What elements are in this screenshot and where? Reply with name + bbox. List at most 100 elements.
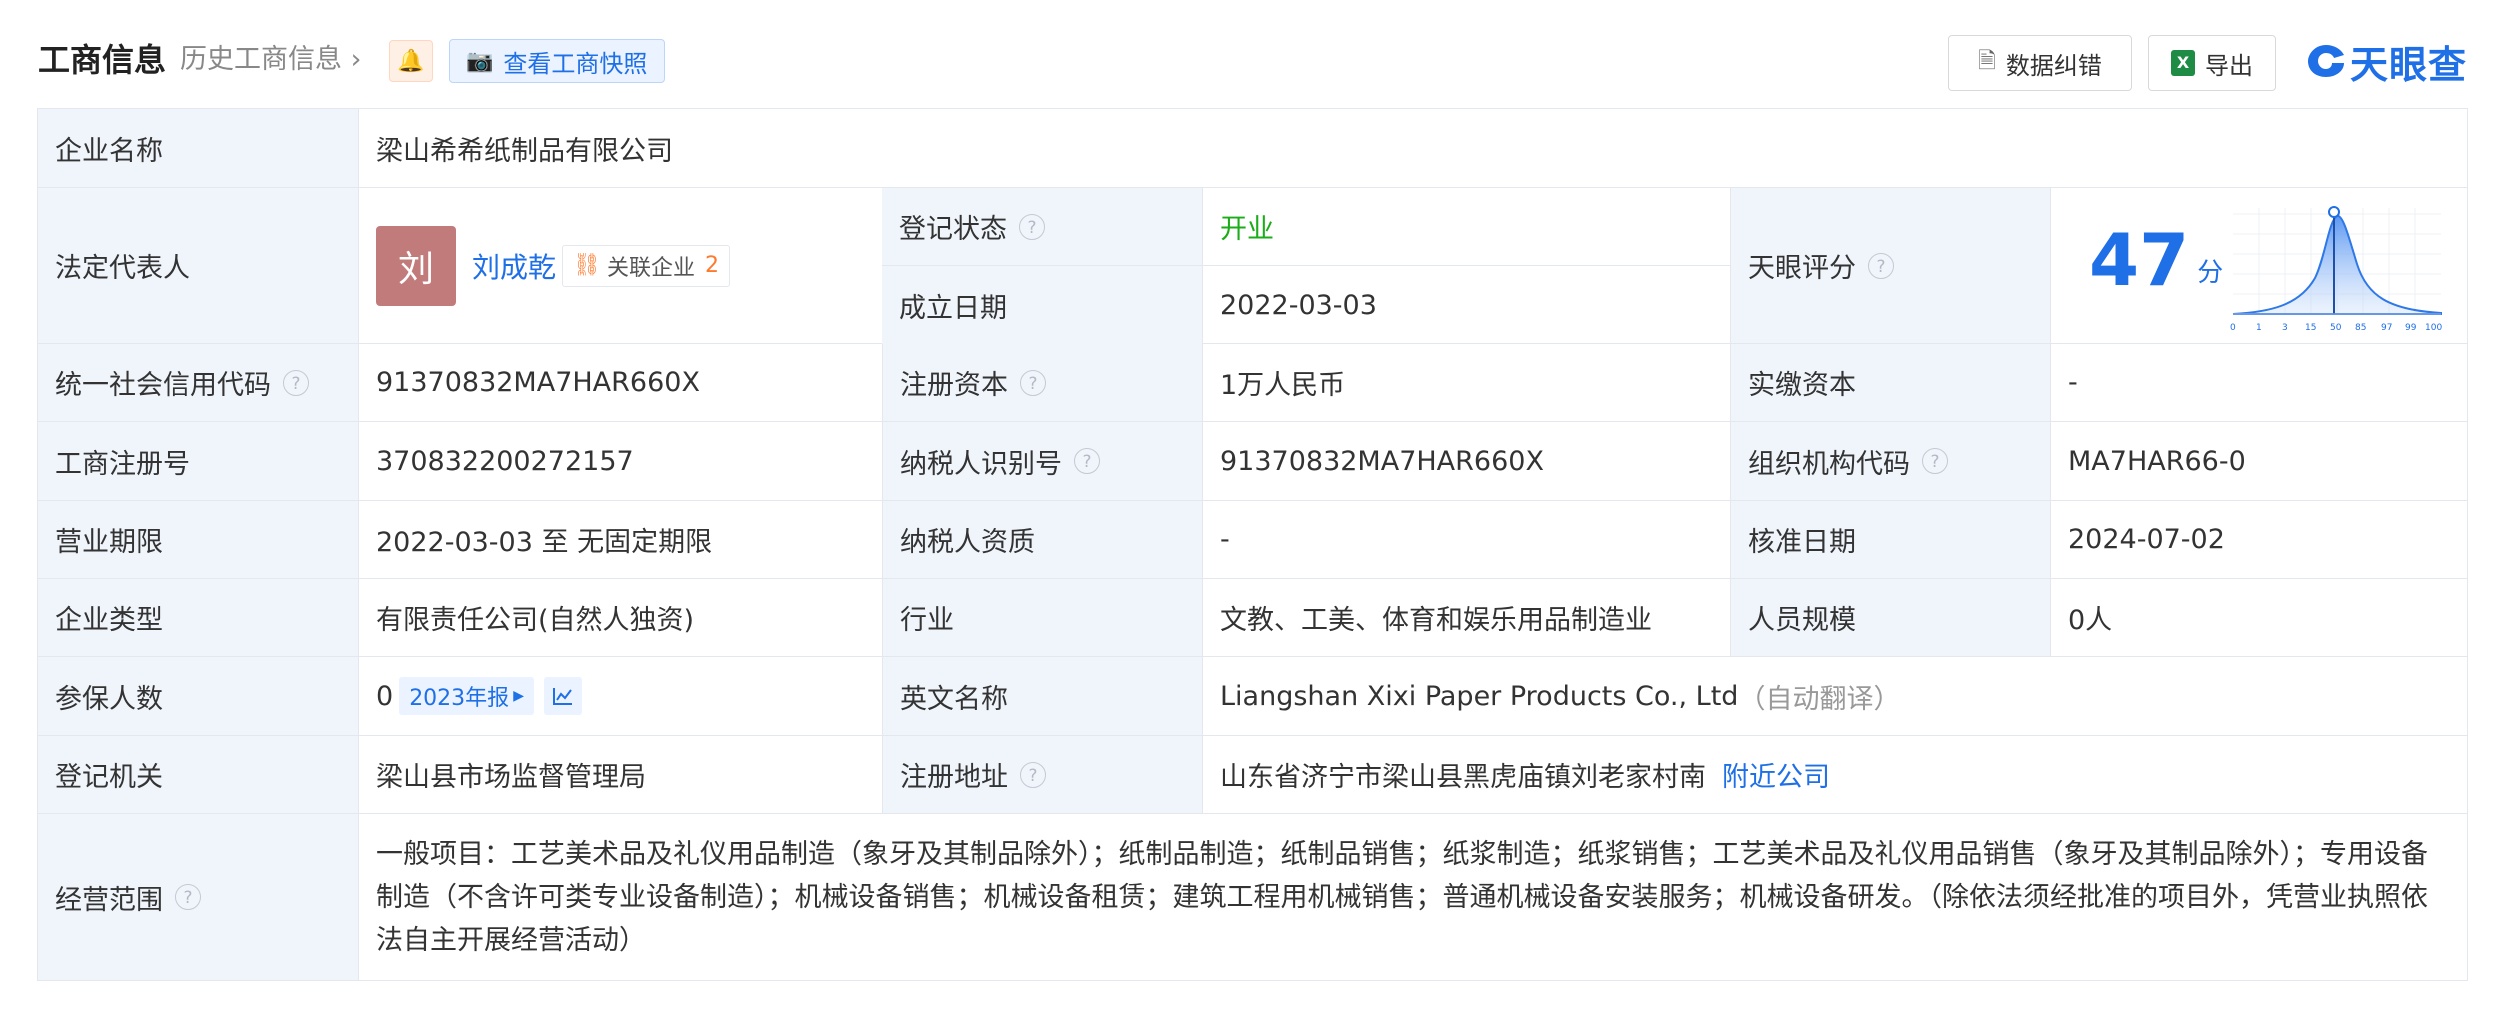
label-approve-date: 核准日期 xyxy=(1730,501,2050,578)
axis-tick: 1 xyxy=(2256,323,2262,333)
label-reg-capital: 注册资本? xyxy=(882,344,1202,421)
axis-tick: 99 xyxy=(2405,323,2417,333)
help-icon[interactable]: ? xyxy=(1074,448,1100,474)
org-code-value: MA7HAR66-0 xyxy=(2050,422,2467,500)
label-reg-address: 注册地址? xyxy=(882,736,1202,813)
data-correction-button[interactable]: 🗎 数据纠错 xyxy=(1948,35,2132,91)
found-date-subrow: 成立日期 2022-03-03 xyxy=(882,266,1730,344)
table-row: 经营范围? 一般项目：工艺美术品及礼仪用品制造（象牙及其制品除外）；纸制品制造；… xyxy=(38,814,2467,980)
label-biz-term: 营业期限 xyxy=(38,501,358,578)
axis-tick: 85 xyxy=(2355,323,2366,333)
label-found-date: 成立日期 xyxy=(882,266,1202,344)
table-row: 企业名称 梁山希希纸制品有限公司 xyxy=(38,109,2467,188)
axis-tick: 15 xyxy=(2305,323,2316,333)
legal-rep-name-link[interactable]: 刘成乾 xyxy=(472,246,556,286)
help-icon[interactable]: ? xyxy=(1922,448,1948,474)
table-row: 营业期限 2022-03-03 至 无固定期限 纳税人资质 - 核准日期 202… xyxy=(38,501,2467,579)
label-company-name: 企业名称 xyxy=(38,109,358,187)
credit-code-value: 91370832MA7HAR660X xyxy=(358,344,882,421)
table-row: 登记机关 梁山县市场监督管理局 注册地址? 山东省济宁市梁山县黑虎庙镇刘老家村南… xyxy=(38,736,2467,814)
table-row: 参保人数 0 2023年报 ▶ 英文名称 Liangshan Xixi Paper… xyxy=(38,657,2467,736)
reg-status-subrow: 登记状态? 开业 xyxy=(882,188,1730,266)
label-legal-rep: 法定代表人 xyxy=(38,188,358,343)
label-insured: 参保人数 xyxy=(38,657,358,735)
excel-icon: X xyxy=(2171,50,2195,76)
snapshot-button[interactable]: 📷 查看工商快照 xyxy=(449,39,665,83)
document-edit-icon: 🗎 xyxy=(1978,49,1996,74)
network-icon: ⛓ xyxy=(573,253,601,278)
insured-cell: 0 2023年报 ▶ xyxy=(358,657,882,735)
biz-reg-no-value: 370832200272157 xyxy=(358,422,882,500)
table-row: 工商注册号 370832200272157 纳税人识别号? 91370832MA… xyxy=(38,422,2467,501)
related-label: 关联企业 xyxy=(606,255,695,281)
reg-address-cell: 山东省济宁市梁山县黑虎庙镇刘老家村南 附近公司 xyxy=(1202,736,2467,813)
help-icon[interactable]: ? xyxy=(1020,761,1046,788)
reg-address-value: 山东省济宁市梁山县黑虎庙镇刘老家村南 xyxy=(1220,762,1706,793)
annual-report-link[interactable]: 2023年报 ▶ xyxy=(399,677,534,715)
label-english-name: 英文名称 xyxy=(882,657,1202,735)
score-display: 47 分 xyxy=(2089,224,2223,296)
table-row: 统一社会信用代码? 91370832MA7HAR660X 注册资本? 1万人民币… xyxy=(38,344,2467,422)
taxpayer-qual-value: - xyxy=(1202,501,1730,578)
section-title: 工商信息 xyxy=(38,41,167,79)
insured-value: 0 xyxy=(376,680,394,712)
help-icon[interactable]: ? xyxy=(1020,369,1046,396)
export-button[interactable]: X 导出 xyxy=(2148,35,2276,91)
related-companies-badge[interactable]: ⛓ 关联企业 2 xyxy=(562,244,730,287)
label-paid-capital: 实缴资本 xyxy=(1730,344,2050,421)
label-taxpayer-id: 纳税人识别号? xyxy=(882,422,1202,500)
business-info-table: 企业名称 梁山希希纸制品有限公司 法定代表人 刘 刘成乾 ⛓ 关联企业 2 登记… xyxy=(37,108,2468,981)
label-tianyan-score: 天眼评分? xyxy=(1730,188,2050,343)
caret-right-icon: ▶ xyxy=(513,688,524,704)
axis-tick: 50 xyxy=(2330,323,2342,333)
company-name-value: 梁山希希纸制品有限公司 xyxy=(358,109,2467,187)
label-taxpayer-qual: 纳税人资质 xyxy=(882,501,1202,578)
axis-tick: 0 xyxy=(2230,323,2236,333)
nearby-companies-link[interactable]: 附近公司 xyxy=(1722,755,1830,794)
help-icon[interactable]: ? xyxy=(175,884,201,910)
axis-tick: 100 xyxy=(2425,323,2442,333)
chevron-right-icon: › xyxy=(342,44,362,75)
score-value: 47 xyxy=(2089,218,2190,302)
data-correction-label: 数据纠错 xyxy=(2005,51,2102,80)
bell-icon[interactable]: 🔔 xyxy=(389,40,433,82)
paid-capital-value: - xyxy=(2050,344,2467,421)
help-icon[interactable]: ? xyxy=(1019,213,1045,240)
history-link[interactable]: 历史工商信息 › xyxy=(180,38,361,82)
trend-chart-icon[interactable] xyxy=(543,677,582,715)
industry-value: 文教、工美、体育和娱乐用品制造业 xyxy=(1202,579,1730,656)
label-biz-scope: 经营范围? xyxy=(38,814,358,980)
eye-logo-icon xyxy=(2308,45,2344,77)
biz-term-value: 2022-03-03 至 无固定期限 xyxy=(358,501,882,578)
label-org-code: 组织机构代码? xyxy=(1730,422,2050,500)
reg-status-value: 开业 xyxy=(1202,188,1730,265)
score-unit: 分 xyxy=(2197,258,2224,288)
camera-icon: 📷 xyxy=(466,48,494,74)
avatar[interactable]: 刘 xyxy=(376,225,456,306)
table-row: 法定代表人 刘 刘成乾 ⛓ 关联企业 2 登记状态? 开业 成立日期 2022-… xyxy=(38,188,2467,344)
label-staff-size: 人员规模 xyxy=(1730,579,2050,656)
panel-header: 工商信息 历史工商信息 › 🔔 📷 查看工商快照 🗎 数据纠错 X 导出 天眼查 xyxy=(0,0,2508,108)
legal-rep-cell: 刘 刘成乾 ⛓ 关联企业 2 xyxy=(358,188,882,343)
taxpayer-id-value: 91370832MA7HAR660X xyxy=(1202,422,1730,500)
company-type-value: 有限责任公司(自然人独资) xyxy=(358,579,882,656)
reg-capital-value: 1万人民币 xyxy=(1202,344,1730,421)
label-credit-code: 统一社会信用代码? xyxy=(38,344,358,421)
label-reg-status: 登记状态? xyxy=(882,188,1202,265)
tianyancha-logo[interactable]: 天眼查 xyxy=(2306,36,2468,87)
brand-name: 天眼查 xyxy=(2350,42,2468,87)
staff-size-value: 0人 xyxy=(2050,579,2467,656)
help-icon[interactable]: ? xyxy=(1868,252,1894,279)
axis-tick: 97 xyxy=(2381,323,2392,333)
english-name-value: Liangshan Xixi Paper Products Co., Ltd xyxy=(1220,680,1739,712)
related-count: 2 xyxy=(704,253,719,278)
export-label: 导出 xyxy=(2205,51,2253,80)
approve-date-value: 2024-07-02 xyxy=(2050,501,2467,578)
score-distribution-chart: 0 1 3 15 50 85 97 99 100 xyxy=(2230,206,2442,333)
tianyan-score-cell[interactable]: 47 分 0 1 3 15 50 85 97 99 100 xyxy=(2050,188,2467,343)
english-name-cell: Liangshan Xixi Paper Products Co., Ltd （… xyxy=(1202,657,2467,735)
help-icon[interactable]: ? xyxy=(283,369,309,396)
table-row: 企业类型 有限责任公司(自然人独资) 行业 文教、工美、体育和娱乐用品制造业 人… xyxy=(38,579,2467,657)
label-biz-reg-no: 工商注册号 xyxy=(38,422,358,500)
auto-translate-note: （自动翻译） xyxy=(1738,683,1901,715)
